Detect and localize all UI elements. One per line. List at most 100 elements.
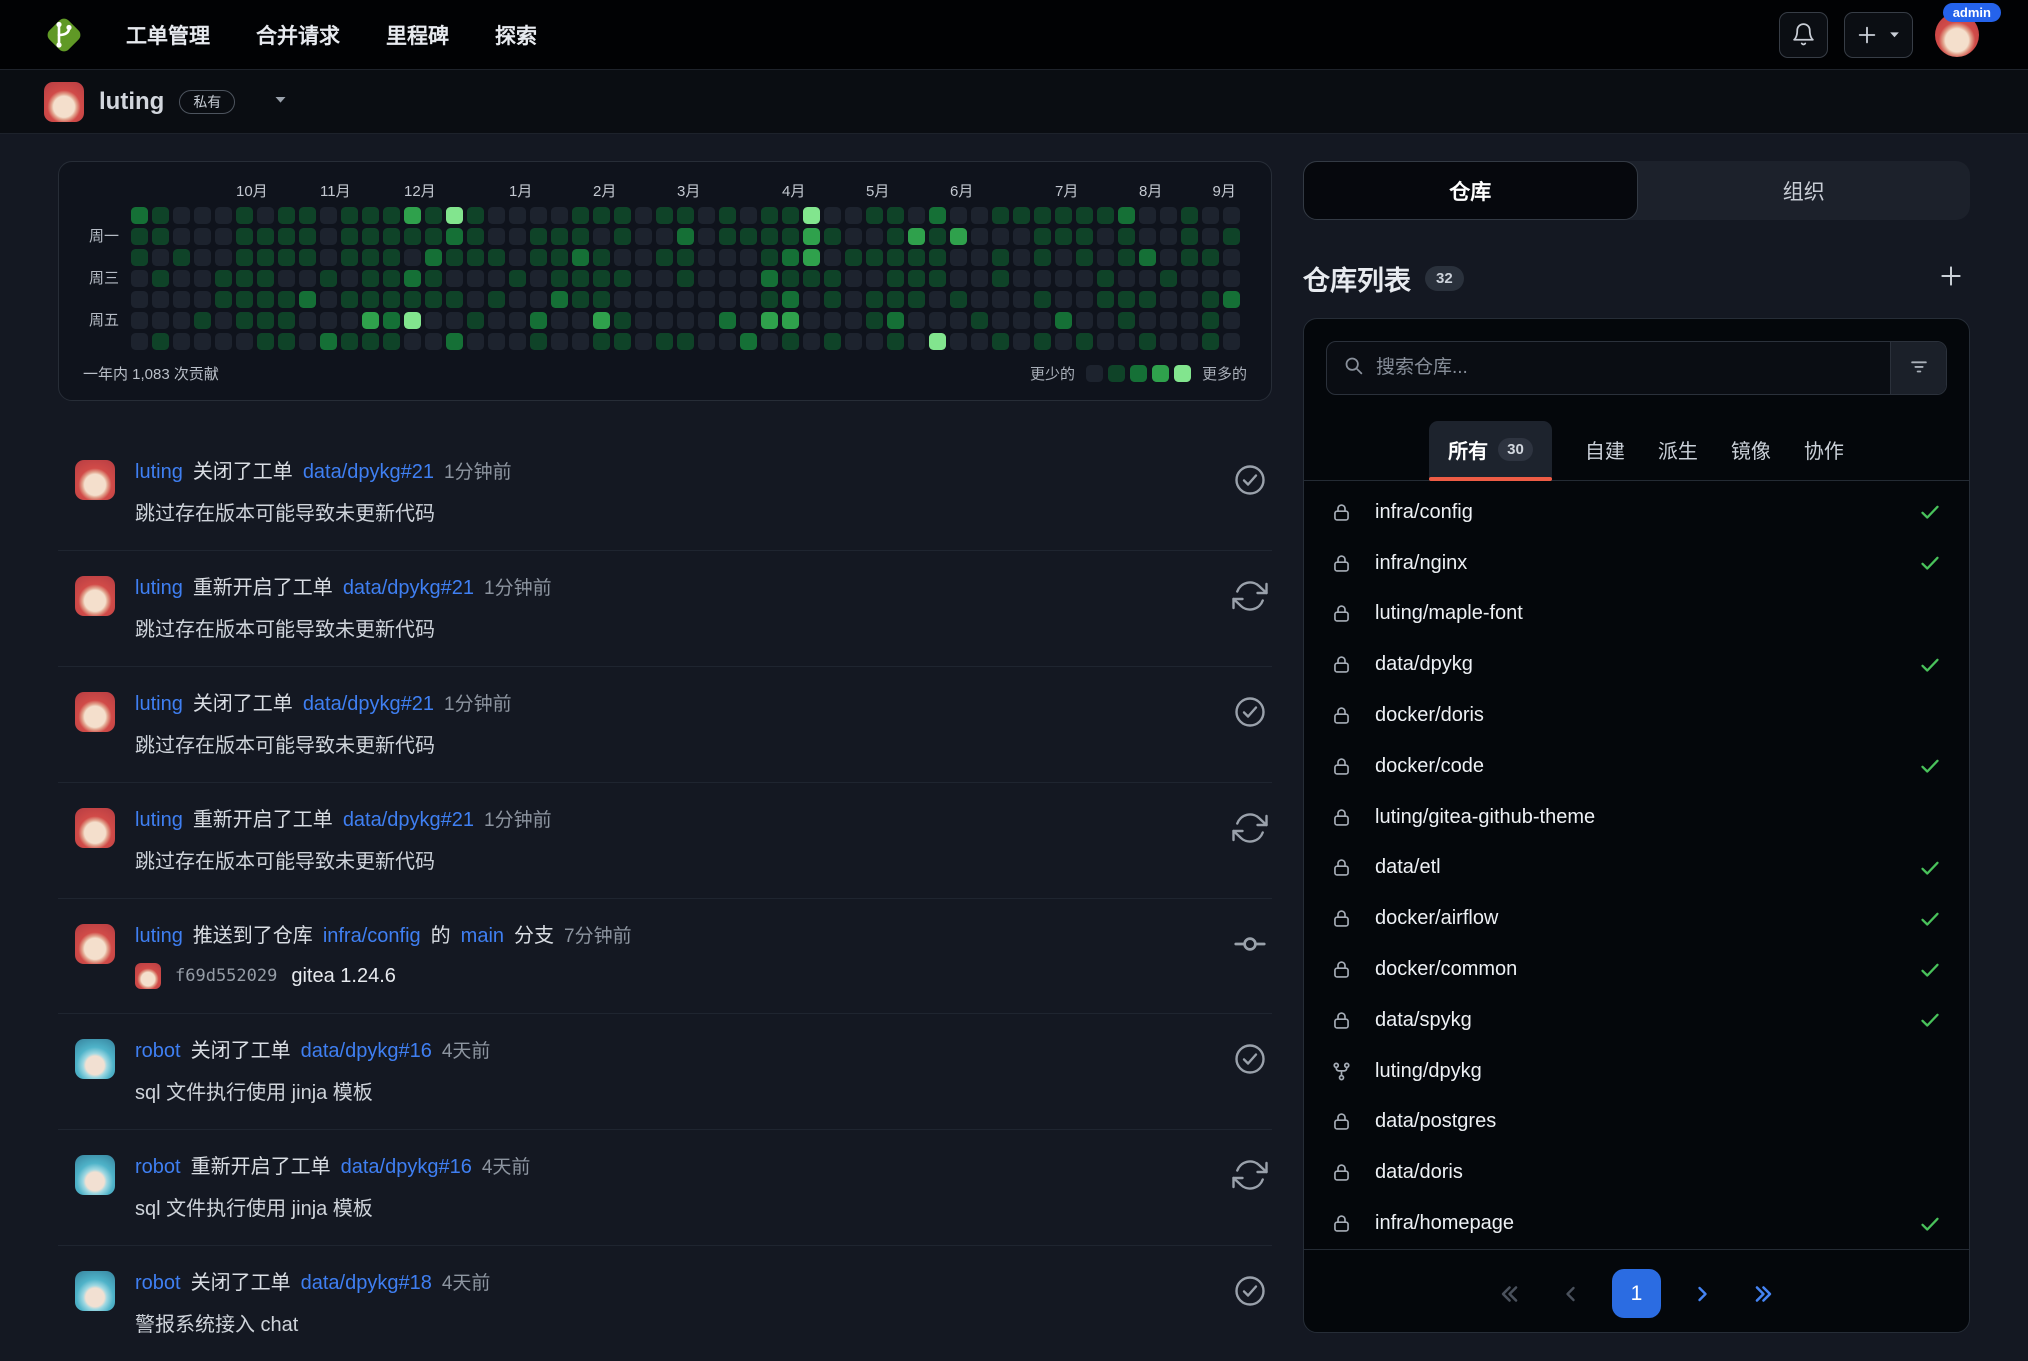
heatmap-cell: [803, 228, 820, 245]
repo-name-link[interactable]: infra/nginx: [1375, 552, 1467, 575]
notifications-button[interactable]: [1779, 12, 1828, 58]
heatmap-cell: [1160, 207, 1177, 224]
gitea-logo-icon[interactable]: [40, 11, 88, 59]
nav-item-issues[interactable]: 工单管理: [126, 20, 210, 50]
repo-list-item[interactable]: luting/maple-font: [1331, 589, 1942, 640]
repo-list-item[interactable]: infra/config: [1331, 487, 1942, 538]
feed-avatar[interactable]: [75, 1155, 115, 1195]
feed-repo-link[interactable]: data/dpykg#21: [303, 692, 434, 716]
feed-avatar[interactable]: [75, 1271, 115, 1311]
repo-list-item[interactable]: infra/nginx: [1331, 538, 1942, 589]
feed-user-link[interactable]: robot: [135, 1039, 181, 1063]
feed-item: luting关闭了工单data/dpykg#211分钟前跳过存在版本可能导致未更…: [58, 667, 1272, 783]
feed-user-link[interactable]: luting: [135, 808, 183, 832]
repo-name-link[interactable]: data/doris: [1375, 1161, 1463, 1184]
feed-user-link[interactable]: luting: [135, 924, 183, 948]
heatmap-cell: [320, 312, 337, 329]
feed-user-link[interactable]: robot: [135, 1155, 181, 1179]
repo-name-link[interactable]: docker/code: [1375, 755, 1484, 778]
heatmap-cell: [761, 207, 778, 224]
repo-list-item[interactable]: infra/homepage: [1331, 1198, 1942, 1249]
add-repo-button[interactable]: [1938, 263, 1964, 294]
repo-name-link[interactable]: data/dpykg: [1375, 653, 1473, 676]
feed-user-link[interactable]: luting: [135, 576, 183, 600]
heatmap-cell: [908, 249, 925, 266]
repo-list-item[interactable]: data/spykg: [1331, 995, 1942, 1046]
heatmap-cell: [656, 291, 673, 308]
pagination-page-current[interactable]: 1: [1612, 1269, 1661, 1318]
feed-repo-link[interactable]: infra/config: [323, 924, 421, 948]
repo-list-item[interactable]: data/doris: [1331, 1147, 1942, 1198]
feed-action-text: 推送到了仓库: [193, 924, 313, 948]
repo-filter-tab-自建[interactable]: 自建: [1585, 421, 1625, 480]
repo-filter-tab-镜像[interactable]: 镜像: [1731, 421, 1771, 480]
repo-list-item[interactable]: data/dpykg: [1331, 639, 1942, 690]
repo-name-link[interactable]: infra/config: [1375, 501, 1473, 524]
heatmap-cell: [740, 207, 757, 224]
repo-filter-tab-派生[interactable]: 派生: [1658, 421, 1698, 480]
nav-item-pull-requests[interactable]: 合并请求: [256, 20, 340, 50]
commit-sha-link[interactable]: f69d552029: [175, 966, 277, 986]
feed-timestamp: 1分钟前: [444, 693, 512, 717]
repo-list-item[interactable]: data/postgres: [1331, 1097, 1942, 1148]
repo-name-link[interactable]: luting/maple-font: [1375, 602, 1523, 625]
heatmap-cell: [257, 291, 274, 308]
feed-repo-link[interactable]: data/dpykg#21: [303, 460, 434, 484]
heatmap-cell: [614, 228, 631, 245]
repo-list-item[interactable]: data/etl: [1331, 843, 1942, 894]
feed-user-link[interactable]: robot: [135, 1271, 181, 1295]
repo-name-link[interactable]: data/etl: [1375, 856, 1441, 879]
context-switch-caret-icon[interactable]: [273, 92, 288, 112]
repo-name-link[interactable]: data/spykg: [1375, 1009, 1472, 1032]
repo-name-link[interactable]: docker/common: [1375, 958, 1517, 981]
repo-filter-tab-所有[interactable]: 所有30: [1429, 421, 1552, 480]
create-new-button[interactable]: [1844, 12, 1913, 58]
feed-branch-link[interactable]: main: [461, 924, 504, 948]
feed-avatar[interactable]: [75, 808, 115, 848]
legend-swatch: [1108, 365, 1125, 382]
repo-list-item[interactable]: docker/common: [1331, 944, 1942, 995]
feed-repo-link[interactable]: data/dpykg#18: [301, 1271, 432, 1295]
user-menu[interactable]: admin: [1935, 13, 1979, 57]
feed-avatar[interactable]: [75, 460, 115, 500]
heatmap-cell: [383, 312, 400, 329]
feed-avatar[interactable]: [75, 1039, 115, 1079]
profile-context-bar: luting 私有: [0, 70, 2028, 134]
heatmap-cell: [1160, 291, 1177, 308]
repo-name-link[interactable]: docker/doris: [1375, 704, 1484, 727]
repo-list-item[interactable]: luting/gitea-github-theme: [1331, 792, 1942, 843]
profile-avatar[interactable]: [44, 82, 84, 122]
feed-repo-link[interactable]: data/dpykg#21: [343, 808, 474, 832]
repo-name-link[interactable]: infra/homepage: [1375, 1212, 1514, 1235]
heatmap-cell: [908, 207, 925, 224]
heatmap-cell: [257, 207, 274, 224]
pagination-next-button[interactable]: [1681, 1273, 1723, 1315]
repo-name-link[interactable]: docker/airflow: [1375, 907, 1498, 930]
feed-avatar[interactable]: [75, 924, 115, 964]
main-content: 10月11月12月1月2月3月4月5月6月7月8月9月 周一周三周五 一年内 1…: [0, 134, 2028, 1361]
repo-search-input[interactable]: [1376, 357, 1874, 379]
heatmap-cell: [446, 207, 463, 224]
feed-user-link[interactable]: luting: [135, 692, 183, 716]
repo-list-item[interactable]: docker/doris: [1331, 690, 1942, 741]
repo-filter-tab-协作[interactable]: 协作: [1804, 421, 1844, 480]
repo-list-item[interactable]: luting/dpykg: [1331, 1046, 1942, 1097]
tab-repositories[interactable]: 仓库: [1303, 161, 1638, 220]
feed-repo-link[interactable]: data/dpykg#16: [301, 1039, 432, 1063]
nav-item-explore[interactable]: 探索: [495, 20, 537, 50]
profile-username[interactable]: luting: [99, 88, 164, 116]
feed-repo-link[interactable]: data/dpykg#21: [343, 576, 474, 600]
repo-list-item[interactable]: docker/airflow: [1331, 893, 1942, 944]
feed-repo-link[interactable]: data/dpykg#16: [341, 1155, 472, 1179]
nav-item-milestones[interactable]: 里程碑: [386, 20, 449, 50]
repo-name-link[interactable]: data/postgres: [1375, 1110, 1496, 1133]
feed-avatar[interactable]: [75, 576, 115, 616]
feed-avatar[interactable]: [75, 692, 115, 732]
repo-name-link[interactable]: luting/dpykg: [1375, 1060, 1482, 1083]
pagination-last-button[interactable]: [1743, 1273, 1785, 1315]
feed-user-link[interactable]: luting: [135, 460, 183, 484]
repo-name-link[interactable]: luting/gitea-github-theme: [1375, 806, 1595, 829]
repo-filter-button[interactable]: [1890, 342, 1946, 394]
repo-list-item[interactable]: docker/code: [1331, 741, 1942, 792]
tab-organizations[interactable]: 组织: [1638, 161, 1971, 220]
